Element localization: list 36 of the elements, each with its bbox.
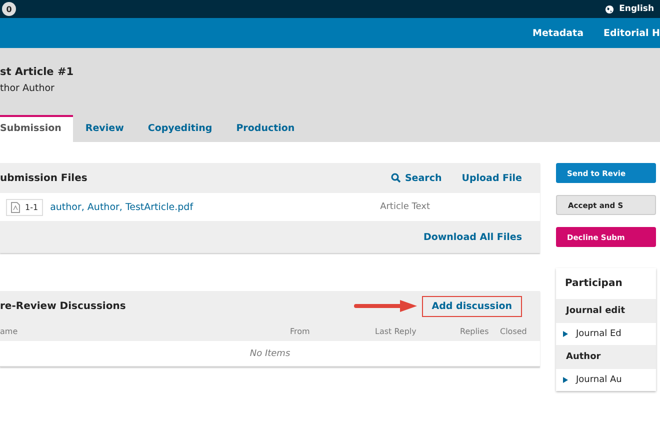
column-header: Closed <box>500 326 527 336</box>
participant-group: Author <box>556 345 656 369</box>
panel-title: Participan <box>564 277 624 291</box>
column-header: Replies <box>460 326 490 336</box>
panel-action-link[interactable]: Search <box>404 172 442 184</box>
panel-title: re-Review Discussions <box>0 300 126 312</box>
file-link[interactable]: author, Author, TestArticle.pdf <box>50 202 380 212</box>
submission-title: st Article #1 <box>0 66 75 78</box>
participant-name[interactable]: Journal Ed <box>576 329 622 339</box>
participant-group: Journal edit <box>556 299 656 323</box>
nav-link[interactable]: Editorial H <box>604 28 660 38</box>
search-icon <box>390 173 401 183</box>
panel-title: ubmission Files <box>0 172 88 184</box>
add-discussion-link[interactable]: Add discussion <box>422 296 522 316</box>
annotation-arrow <box>354 299 418 313</box>
notification-count-badge[interactable]: 0 <box>2 2 16 16</box>
expand-triangle-icon[interactable] <box>563 377 568 383</box>
nav-link[interactable]: Metadata <box>532 28 584 38</box>
download-all-link[interactable]: Download All Files <box>423 232 522 242</box>
column-header: ame <box>0 326 19 336</box>
participant-name[interactable]: Journal Au <box>576 375 622 385</box>
empty-message: No Items <box>250 348 290 358</box>
tab[interactable]: Copyediting <box>136 115 224 142</box>
tab[interactable]: Production <box>224 115 307 142</box>
tab[interactable]: Review <box>73 115 136 142</box>
submission-author: thor Author <box>0 83 56 94</box>
tab[interactable]: Submission <box>0 115 74 142</box>
pdf-file-icon <box>11 202 20 212</box>
panel-action-link[interactable]: Upload File <box>462 172 522 184</box>
column-header: Last Reply <box>375 326 418 336</box>
column-header: From <box>290 326 311 336</box>
file-number: 1-1 <box>25 202 38 212</box>
file-type: Article Text <box>380 202 430 212</box>
globe-icon <box>605 4 614 14</box>
expand-triangle-icon[interactable] <box>563 331 568 337</box>
language-link[interactable]: English <box>619 4 654 14</box>
